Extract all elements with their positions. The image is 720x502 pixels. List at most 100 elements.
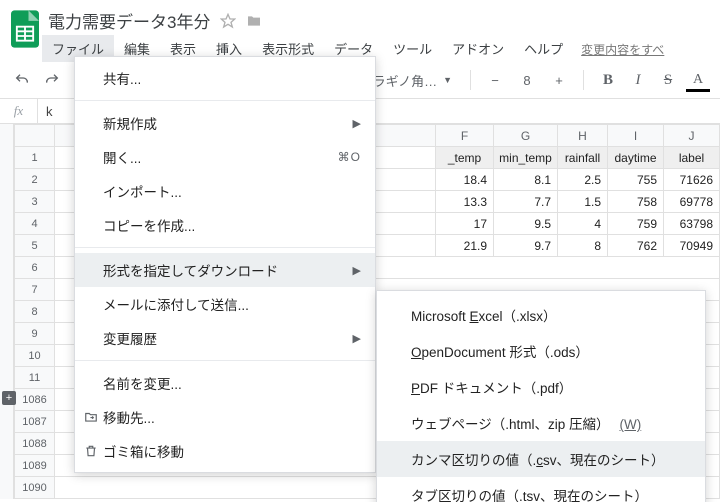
spreadsheet-cell[interactable]: _temp: [436, 147, 494, 169]
menu-addons[interactable]: アドオン: [442, 35, 514, 62]
menu-item-import[interactable]: インポート...: [75, 174, 375, 208]
spreadsheet-cell[interactable]: rainfall: [558, 147, 608, 169]
fx-label: fx: [0, 99, 38, 123]
app-window: 電力需要データ3年分 ファイル 編集 表示 挿入 表示形式 データ ツール アド…: [0, 0, 720, 502]
column-header[interactable]: G: [494, 125, 558, 147]
spreadsheet-cell[interactable]: 13.3: [436, 191, 494, 213]
menu-item-label: インポート...: [103, 181, 182, 201]
menu-item-label: PDF ドキュメント（.pdf）: [411, 381, 572, 396]
menu-item-label: Microsoft Excel（.xlsx）: [411, 309, 557, 324]
submenu-item-xlsx[interactable]: Microsoft Excel（.xlsx）: [377, 297, 705, 333]
spreadsheet-cell[interactable]: 70949: [664, 235, 720, 257]
submenu-item-tsv[interactable]: タブ区切りの値（.tsv、現在のシート）: [377, 477, 705, 502]
menu-tools[interactable]: ツール: [383, 35, 442, 62]
chevron-right-icon: ▶: [353, 332, 361, 345]
spreadsheet-cell[interactable]: 1.5: [558, 191, 608, 213]
undo-button[interactable]: [10, 68, 34, 92]
row-header[interactable]: 1088: [15, 433, 55, 455]
font-size-decrease[interactable]: −: [483, 68, 507, 92]
menu-item-email-attachment[interactable]: メールに添付して送信...: [75, 287, 375, 321]
menu-item-open[interactable]: 開く...⌘O: [75, 140, 375, 174]
bold-button[interactable]: B: [596, 68, 620, 92]
row-header[interactable]: 1086: [15, 389, 55, 411]
file-menu-dropdown: 共有... 新規作成▶ 開く...⌘O インポート... コピーを作成... 形…: [74, 56, 376, 473]
spreadsheet-cell[interactable]: 762: [608, 235, 664, 257]
menu-item-make-copy[interactable]: コピーを作成...: [75, 208, 375, 242]
row-header[interactable]: 9: [15, 323, 55, 345]
title-bar: 電力需要データ3年分 ファイル 編集 表示 挿入 表示形式 データ ツール アド…: [0, 0, 720, 62]
spreadsheet-cell[interactable]: 755: [608, 169, 664, 191]
column-header[interactable]: H: [558, 125, 608, 147]
row-header[interactable]: 6: [15, 257, 55, 279]
menu-help[interactable]: ヘルプ: [514, 35, 573, 62]
submenu-item-ods[interactable]: OpenDocument 形式（.ods）: [377, 333, 705, 369]
row-header[interactable]: 1: [15, 147, 55, 169]
menu-item-label: タブ区切りの値（.tsv、現在のシート）: [411, 489, 648, 502]
row-header[interactable]: 1087: [15, 411, 55, 433]
spreadsheet-cell[interactable]: 18.4: [436, 169, 494, 191]
menu-item-version-history[interactable]: 変更履歴▶: [75, 321, 375, 355]
column-header[interactable]: J: [664, 125, 720, 147]
submenu-item-csv[interactable]: カンマ区切りの値（.csv、現在のシート）: [377, 441, 705, 477]
folder-icon[interactable]: [246, 13, 262, 29]
row-header[interactable]: 3: [15, 191, 55, 213]
sheets-logo[interactable]: [8, 6, 42, 52]
spreadsheet-cell[interactable]: 69778: [664, 191, 720, 213]
row-header[interactable]: 7: [15, 279, 55, 301]
changes-link[interactable]: 変更内容をすべ: [573, 41, 664, 62]
spreadsheet-cell[interactable]: 8.1: [494, 169, 558, 191]
row-header[interactable]: 11: [15, 367, 55, 389]
column-header[interactable]: I: [608, 125, 664, 147]
spreadsheet-cell[interactable]: 9.7: [494, 235, 558, 257]
doc-title[interactable]: 電力需要データ3年分: [48, 8, 210, 33]
add-rows-button[interactable]: +: [2, 391, 16, 405]
spreadsheet-cell[interactable]: min_temp: [494, 147, 558, 169]
menu-item-trash[interactable]: ゴミ箱に移動: [75, 434, 375, 468]
menu-item-label: 形式を指定してダウンロード: [103, 260, 278, 280]
row-header[interactable]: 1090: [15, 477, 55, 499]
font-size-field[interactable]: 8: [513, 73, 541, 88]
row-header[interactable]: 2: [15, 169, 55, 191]
star-icon[interactable]: [220, 13, 236, 29]
chevron-down-icon: ▼: [443, 75, 452, 85]
row-header[interactable]: 4: [15, 213, 55, 235]
row-header[interactable]: 10: [15, 345, 55, 367]
spreadsheet-cell[interactable]: 7.7: [494, 191, 558, 213]
spreadsheet-cell[interactable]: label: [664, 147, 720, 169]
menu-item-label: コピーを作成...: [103, 215, 195, 235]
menu-item-new[interactable]: 新規作成▶: [75, 106, 375, 140]
select-all-corner[interactable]: [15, 125, 55, 147]
spreadsheet-cell[interactable]: 9.5: [494, 213, 558, 235]
trash-icon: [83, 444, 99, 458]
spreadsheet-cell[interactable]: 759: [608, 213, 664, 235]
row-header[interactable]: 5: [15, 235, 55, 257]
spreadsheet-cell[interactable]: 8: [558, 235, 608, 257]
spreadsheet-cell[interactable]: 71626: [664, 169, 720, 191]
column-header[interactable]: F: [436, 125, 494, 147]
font-size-increase[interactable]: +: [547, 68, 571, 92]
menu-item-move[interactable]: 移動先...: [75, 400, 375, 434]
spreadsheet-cell[interactable]: 758: [608, 191, 664, 213]
menu-item-label: 新規作成: [103, 113, 157, 133]
keyboard-shortcut: ⌘O: [338, 150, 361, 164]
row-header[interactable]: 1089: [15, 455, 55, 477]
spreadsheet-cell[interactable]: 63798: [664, 213, 720, 235]
redo-button[interactable]: [40, 68, 64, 92]
spreadsheet-cell[interactable]: 21.9: [436, 235, 494, 257]
menu-item-label: メールに添付して送信...: [103, 294, 249, 314]
spreadsheet-cell[interactable]: 2.5: [558, 169, 608, 191]
spreadsheet-cell[interactable]: 17: [436, 213, 494, 235]
menu-item-download-as[interactable]: 形式を指定してダウンロード▶: [75, 253, 375, 287]
menu-item-share[interactable]: 共有...: [75, 61, 375, 95]
row-header[interactable]: 8: [15, 301, 55, 323]
submenu-item-pdf[interactable]: PDF ドキュメント（.pdf）: [377, 369, 705, 405]
menu-item-label: 共有...: [103, 68, 141, 88]
menu-item-label: カンマ区切りの値（.csv、現在のシート）: [411, 453, 665, 468]
menu-item-rename[interactable]: 名前を変更...: [75, 366, 375, 400]
text-color-button[interactable]: A: [686, 68, 710, 92]
submenu-item-html[interactable]: ウェブページ（.html、zip 圧縮）(W): [377, 405, 705, 441]
strikethrough-button[interactable]: S: [656, 68, 680, 92]
spreadsheet-cell[interactable]: daytime: [608, 147, 664, 169]
italic-button[interactable]: I: [626, 68, 650, 92]
spreadsheet-cell[interactable]: 4: [558, 213, 608, 235]
